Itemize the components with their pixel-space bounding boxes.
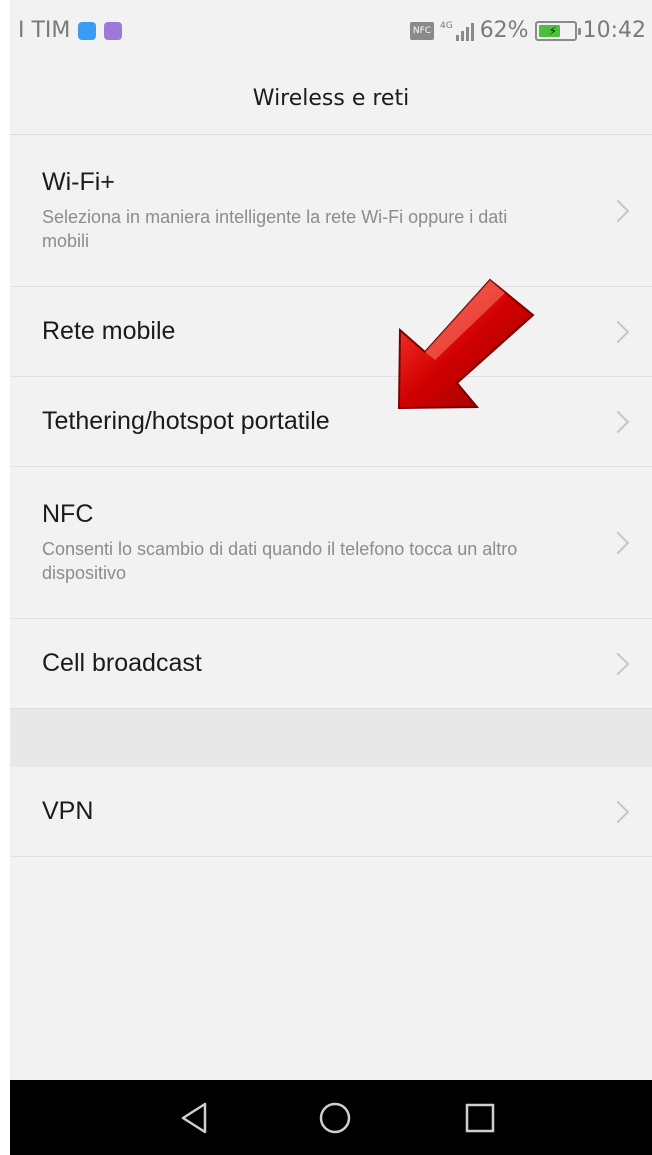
home-icon[interactable] [315, 1098, 355, 1138]
battery-icon: ⚡ [534, 20, 581, 41]
settings-item-nfc[interactable]: NFC Consenti lo scambio di dati quando i… [10, 467, 652, 619]
settings-item-cell-broadcast[interactable]: Cell broadcast [10, 619, 652, 709]
red-arrow-icon [397, 278, 535, 410]
chevron-right-icon [606, 320, 630, 343]
status-right: NFC 4G 62% ⚡ 10:42 [409, 18, 646, 43]
chevron-right-icon [606, 199, 630, 222]
status-bar: I TIM NFC 4G 62% ⚡ 10:42 [10, 0, 652, 62]
viber-app-icon [104, 21, 123, 40]
chevron-right-icon [606, 410, 630, 433]
bluetooth-app-icon [78, 21, 97, 40]
chevron-right-icon [606, 531, 630, 554]
page-title: Wireless e reti [10, 62, 652, 135]
back-icon[interactable] [175, 1098, 215, 1138]
settings-item-rete-mobile[interactable]: Rete mobile [10, 287, 652, 377]
settings-item-vpn[interactable]: VPN [10, 767, 652, 857]
charging-bolt-icon: ⚡ [548, 23, 558, 38]
network-type-label: 4G [439, 20, 453, 31]
settings-item-wifi-plus[interactable]: Wi-Fi+ Seleziona in maniera intelligente… [10, 135, 652, 287]
settings-item-subtitle: Seleziona in maniera intelligente la ret… [42, 207, 508, 251]
settings-item-title: NFC [42, 500, 94, 528]
settings-item-subtitle: Consenti lo scambio di dati quando il te… [42, 539, 518, 583]
settings-list: Wi-Fi+ Seleziona in maniera intelligente… [10, 135, 652, 857]
chevron-right-icon [606, 800, 630, 823]
signal-icon: 4G [440, 21, 474, 41]
battery-percent: 62% [479, 18, 529, 43]
android-screen: I TIM NFC 4G 62% ⚡ 10:42 Wireless e reti [10, 0, 652, 1155]
recents-icon[interactable] [460, 1098, 500, 1138]
page-title-text: Wireless e reti [252, 85, 410, 111]
carrier-label: I TIM [18, 18, 71, 43]
clock: 10:42 [582, 18, 646, 43]
navigation-bar [10, 1080, 652, 1155]
settings-item-title: VPN [42, 797, 94, 825]
settings-item-title: Wi-Fi+ [42, 168, 115, 196]
settings-item-tethering-hotspot[interactable]: Tethering/hotspot portatile [10, 377, 652, 467]
settings-item-title: Cell broadcast [42, 649, 202, 677]
nfc-icon: NFC [409, 21, 434, 40]
chevron-right-icon [606, 652, 630, 675]
section-divider [10, 709, 652, 767]
status-left: I TIM [18, 18, 123, 43]
